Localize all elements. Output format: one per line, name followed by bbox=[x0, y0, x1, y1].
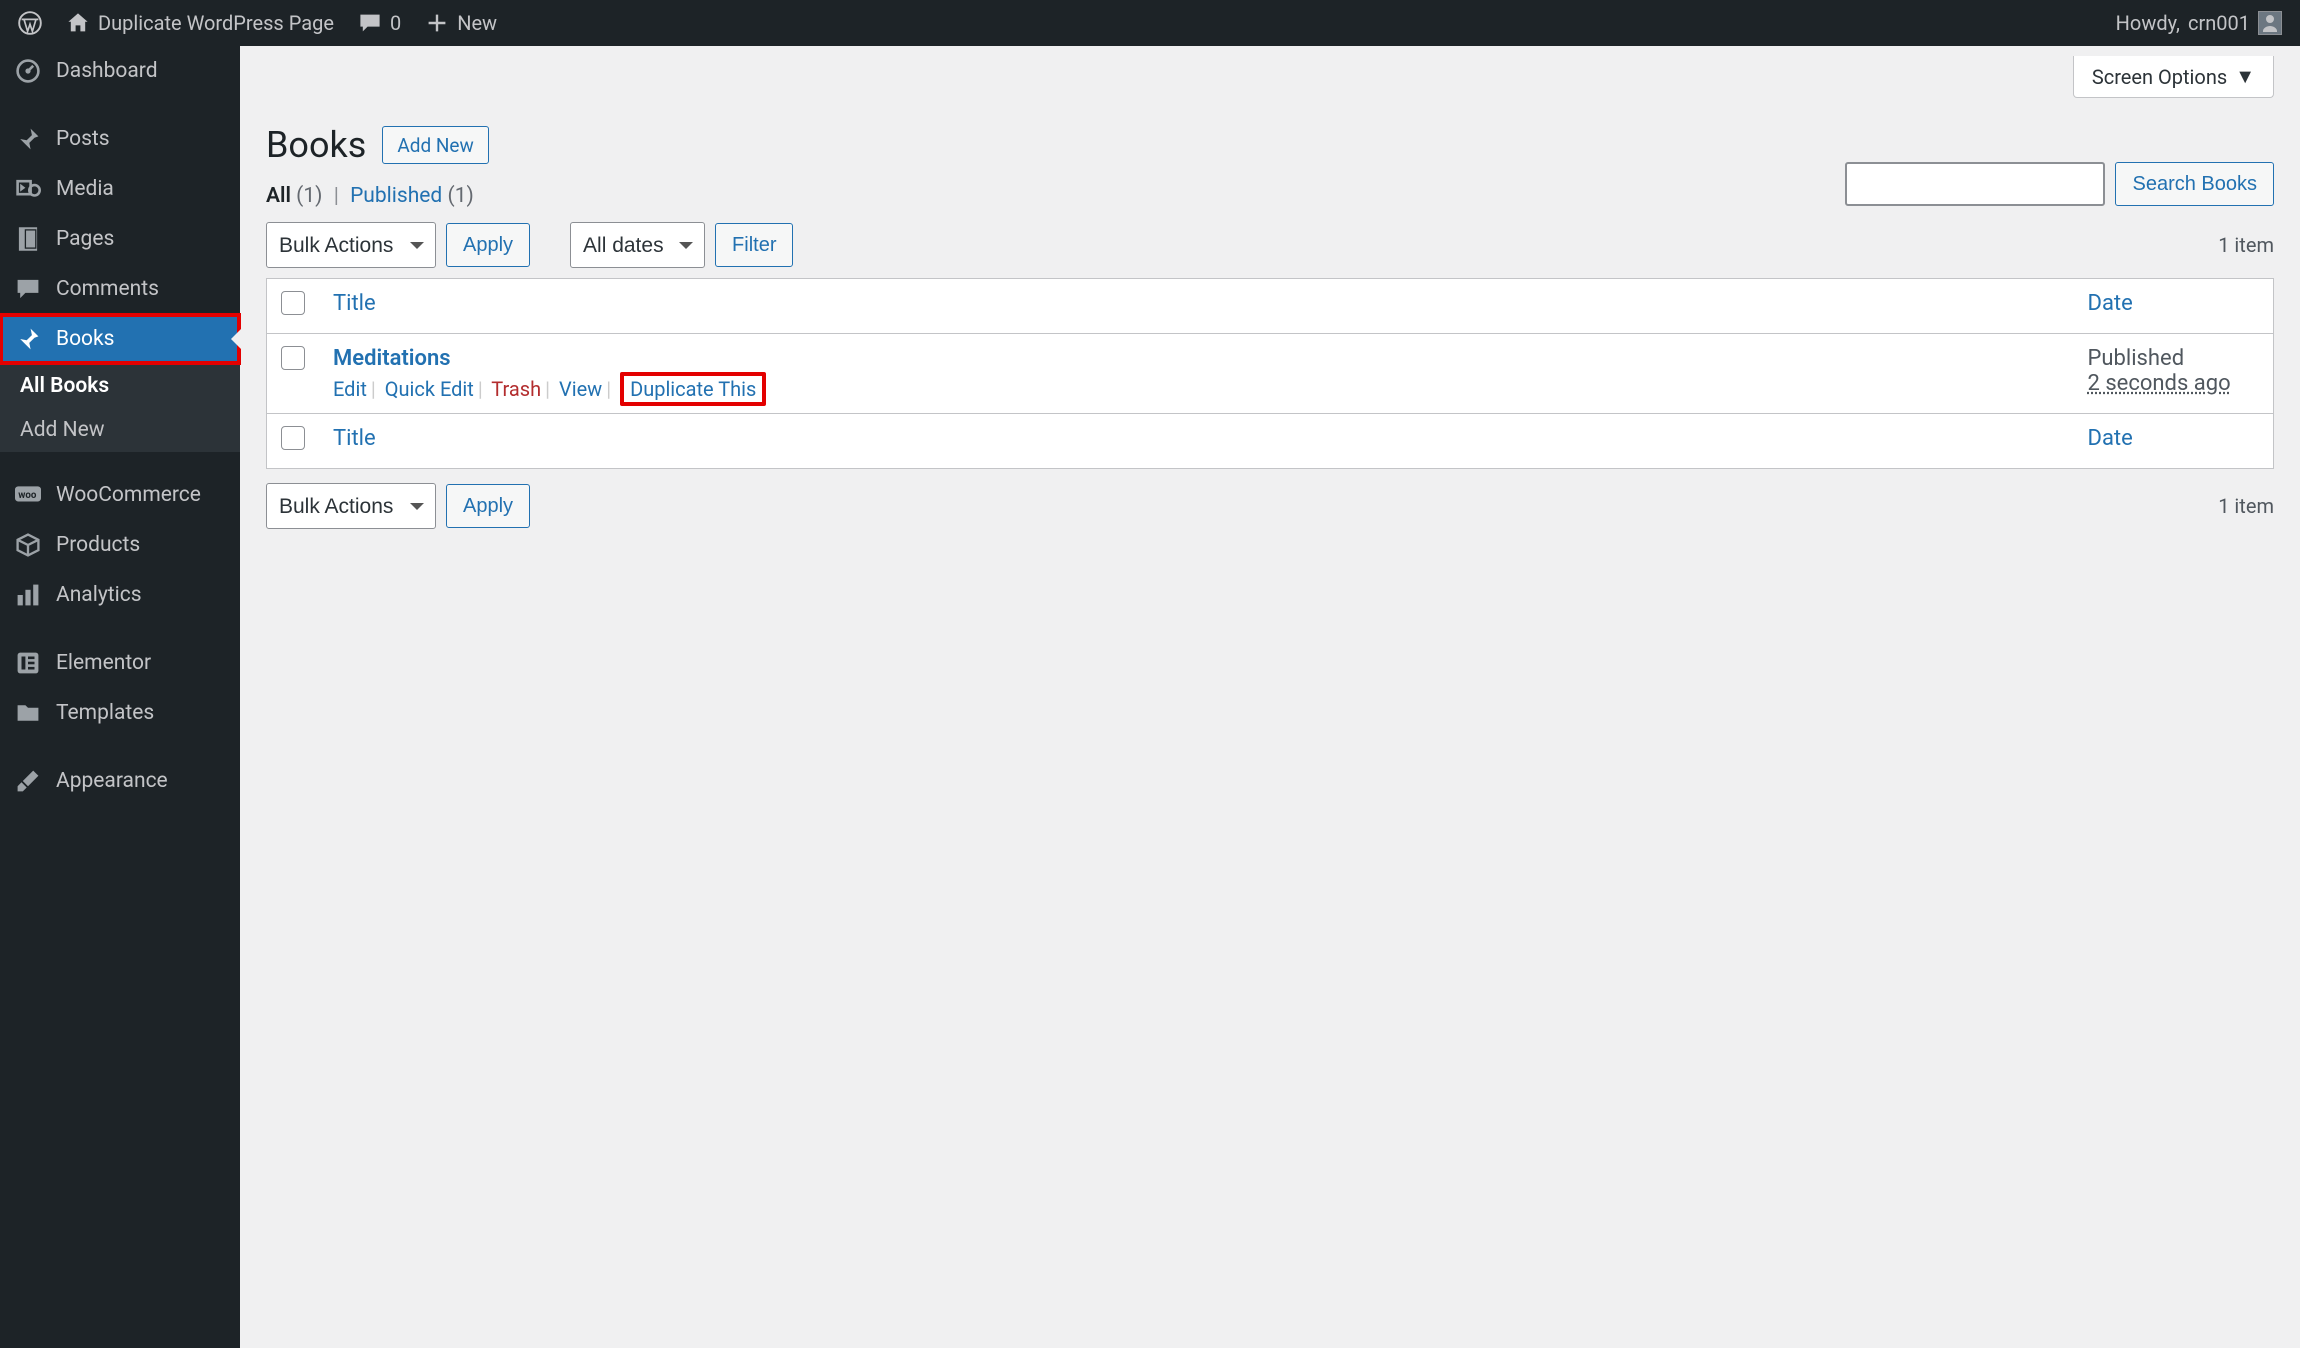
column-date-footer[interactable]: Date bbox=[2074, 414, 2274, 469]
comments-count: 0 bbox=[390, 11, 401, 35]
sidebar-item-media[interactable]: Media bbox=[0, 164, 240, 214]
items-count-bottom: 1 item bbox=[2218, 494, 2274, 518]
table-row: Meditations Edit| Quick Edit| Trash| Vie… bbox=[267, 334, 2274, 414]
svg-text:woo: woo bbox=[18, 490, 37, 501]
sidebar-label: Templates bbox=[56, 701, 226, 725]
admin-sidebar: Dashboard Posts Media Pages Comments Boo… bbox=[0, 46, 240, 1348]
sidebar-label: Posts bbox=[56, 127, 226, 151]
comment-icon bbox=[14, 276, 42, 302]
page-icon bbox=[14, 226, 42, 252]
pin-icon bbox=[14, 326, 42, 352]
caret-down-icon: ▼ bbox=[2235, 64, 2255, 89]
apply-button-bottom[interactable]: Apply bbox=[446, 484, 530, 528]
howdy-text: Howdy, bbox=[2116, 11, 2180, 35]
comments-menu[interactable]: 0 bbox=[348, 0, 411, 46]
posts-table: Title Date Meditations Edit| Quick Edit|… bbox=[266, 278, 2274, 469]
sidebar-label: Media bbox=[56, 177, 226, 201]
sidebar-item-appearance[interactable]: Appearance bbox=[0, 756, 240, 806]
column-title-footer[interactable]: Title bbox=[319, 414, 2074, 469]
new-content-menu[interactable]: New bbox=[415, 0, 507, 46]
submenu-item-add-new[interactable]: Add New bbox=[0, 408, 240, 452]
sidebar-label: Analytics bbox=[56, 583, 226, 607]
date-filter-select[interactable]: All dates bbox=[570, 222, 705, 268]
username-text: crn001 bbox=[2188, 11, 2250, 35]
sidebar-label: Products bbox=[56, 533, 226, 557]
view-published-link[interactable]: Published (1) bbox=[350, 184, 474, 208]
edit-link[interactable]: Edit bbox=[333, 377, 367, 401]
sidebar-label: Elementor bbox=[56, 651, 226, 675]
search-button[interactable]: Search Books bbox=[2115, 162, 2274, 206]
pin-icon bbox=[14, 126, 42, 152]
woo-icon: woo bbox=[14, 482, 42, 508]
view-all-link[interactable]: All bbox=[266, 184, 291, 208]
site-title: Duplicate WordPress Page bbox=[98, 11, 334, 35]
sidebar-label: Books bbox=[56, 327, 226, 351]
sidebar-item-woocommerce[interactable]: woo WooCommerce bbox=[0, 470, 240, 520]
submenu-books: All Books Add New bbox=[0, 364, 240, 452]
comment-icon bbox=[358, 11, 382, 35]
row-timeago: 2 seconds ago bbox=[2088, 371, 2260, 396]
add-new-button[interactable]: Add New bbox=[382, 126, 488, 164]
my-account-menu[interactable]: Howdy, crn001 bbox=[2106, 0, 2292, 46]
dashboard-icon bbox=[14, 58, 42, 84]
bulk-actions-select-bottom[interactable]: Bulk Actions bbox=[266, 483, 436, 529]
select-all-checkbox-bottom[interactable] bbox=[281, 426, 305, 450]
row-checkbox[interactable] bbox=[281, 346, 305, 370]
home-icon bbox=[66, 11, 90, 35]
sidebar-label: Appearance bbox=[56, 769, 226, 793]
search-input[interactable] bbox=[1845, 162, 2105, 206]
sidebar-item-posts[interactable]: Posts bbox=[0, 114, 240, 164]
avatar-icon bbox=[2258, 11, 2282, 35]
brush-icon bbox=[14, 768, 42, 794]
media-icon bbox=[14, 176, 42, 202]
plus-icon bbox=[425, 11, 449, 35]
items-count-top: 1 item bbox=[2218, 233, 2274, 257]
sidebar-item-books[interactable]: Books bbox=[0, 314, 240, 364]
sidebar-item-analytics[interactable]: Analytics bbox=[0, 570, 240, 620]
sidebar-item-templates[interactable]: Templates bbox=[0, 688, 240, 738]
view-all-count: (1) bbox=[296, 184, 322, 208]
quick-edit-link[interactable]: Quick Edit bbox=[385, 377, 474, 401]
sidebar-label: WooCommerce bbox=[56, 483, 226, 507]
new-label: New bbox=[457, 11, 497, 35]
admin-bar: Duplicate WordPress Page 0 New Howdy, cr… bbox=[0, 0, 2300, 46]
screen-options-toggle[interactable]: Screen Options ▼ bbox=[2073, 56, 2274, 98]
duplicate-link[interactable]: Duplicate This bbox=[630, 377, 756, 401]
page-title: Books bbox=[266, 124, 366, 166]
view-link[interactable]: View bbox=[559, 377, 602, 401]
screen-options-label: Screen Options bbox=[2092, 65, 2227, 89]
submenu-item-all-books[interactable]: All Books bbox=[0, 364, 240, 408]
folder-icon bbox=[14, 700, 42, 726]
sidebar-item-comments[interactable]: Comments bbox=[0, 264, 240, 314]
elementor-icon bbox=[14, 650, 42, 676]
trash-link[interactable]: Trash bbox=[491, 377, 541, 401]
apply-button-top[interactable]: Apply bbox=[446, 223, 530, 267]
row-title-link[interactable]: Meditations bbox=[333, 346, 451, 371]
sidebar-label: Comments bbox=[56, 277, 226, 301]
sidebar-label: Pages bbox=[56, 227, 226, 251]
column-title-header[interactable]: Title bbox=[319, 279, 2074, 334]
chart-icon bbox=[14, 582, 42, 608]
main-content: Screen Options ▼ Books Add New All (1) |… bbox=[240, 46, 2300, 1348]
bulk-actions-select[interactable]: Bulk Actions bbox=[266, 222, 436, 268]
column-date-header[interactable]: Date bbox=[2074, 279, 2274, 334]
site-name-menu[interactable]: Duplicate WordPress Page bbox=[56, 0, 344, 46]
product-icon bbox=[14, 532, 42, 558]
sidebar-item-pages[interactable]: Pages bbox=[0, 214, 240, 264]
sidebar-item-dashboard[interactable]: Dashboard bbox=[0, 46, 240, 96]
row-status: Published bbox=[2088, 346, 2260, 371]
wp-logo-menu[interactable] bbox=[8, 0, 52, 46]
sidebar-label: Dashboard bbox=[56, 59, 226, 83]
sidebar-item-elementor[interactable]: Elementor bbox=[0, 638, 240, 688]
select-all-checkbox-top[interactable] bbox=[281, 291, 305, 315]
row-actions: Edit| Quick Edit| Trash| View| Duplicate… bbox=[333, 377, 2060, 401]
sidebar-item-products[interactable]: Products bbox=[0, 520, 240, 570]
filter-button[interactable]: Filter bbox=[715, 223, 793, 267]
